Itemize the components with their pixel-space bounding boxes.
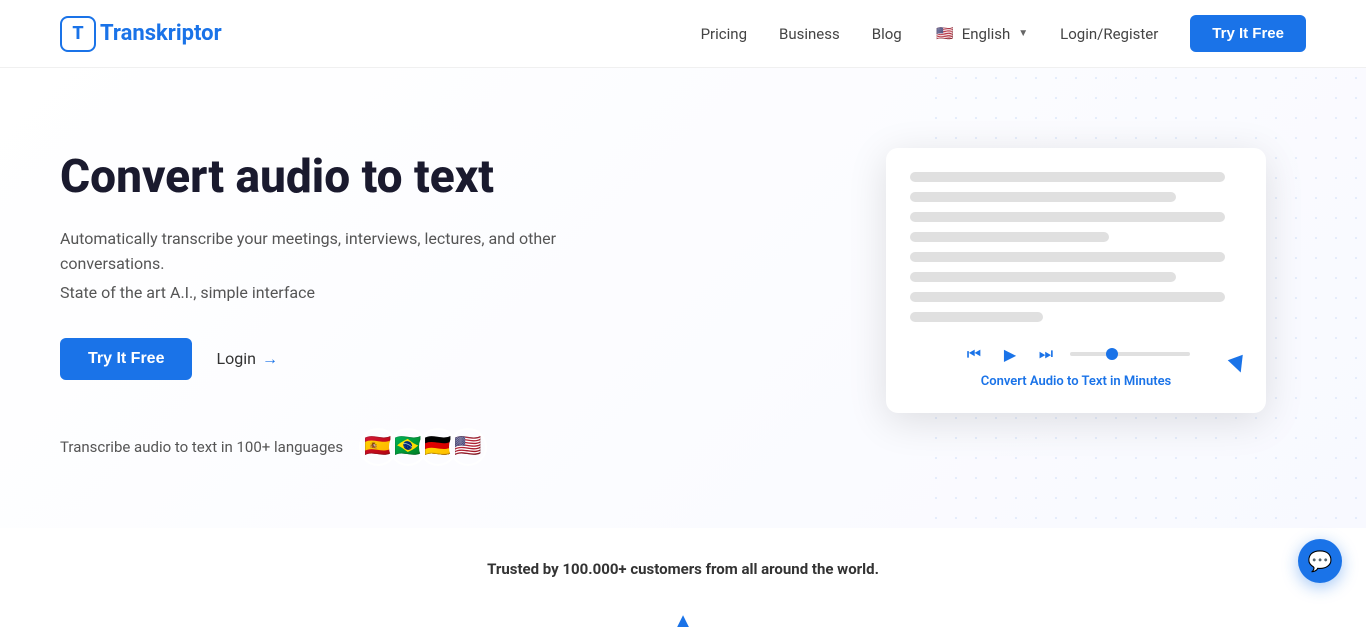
player-thumb [1106, 348, 1118, 360]
demo-line-4 [910, 232, 1109, 242]
language-label: English [962, 25, 1011, 43]
nav-login-register[interactable]: Login/Register [1060, 25, 1158, 43]
language-selector[interactable]: 🇺🇸 English ▼ [934, 23, 1028, 45]
hero-login-link[interactable]: Login → [216, 349, 277, 369]
logo-icon: T [60, 16, 96, 52]
player-back-icon: ⏮ [962, 342, 986, 366]
hero-try-free-button[interactable]: Try It Free [60, 338, 192, 380]
nav-business[interactable]: Business [779, 25, 840, 43]
bottom-decoration: ▲ [0, 598, 1366, 643]
nav-pricing[interactable]: Pricing [701, 25, 747, 43]
demo-audio-player: ⏮ ▶ ⏭ [910, 342, 1242, 366]
demo-line-7 [910, 292, 1225, 302]
hero-subtitle: Automatically transcribe your meetings, … [60, 226, 620, 277]
hero-section: Convert audio to text Automatically tran… [0, 68, 1366, 528]
demo-line-1 [910, 172, 1225, 182]
flag-stack: 🇪🇸 🇧🇷 🇩🇪 🇺🇸 [359, 428, 487, 466]
cursor-icon [1228, 355, 1249, 376]
logo[interactable]: T Transkriptor [60, 16, 222, 52]
flag-us: 🇺🇸 [449, 428, 487, 466]
demo-line-5 [910, 252, 1225, 262]
trust-text: Trusted by 100.000+ customers from all a… [60, 560, 1306, 578]
demo-line-3 [910, 212, 1225, 222]
demo-line-2 [910, 192, 1176, 202]
main-nav: Pricing Business Blog 🇺🇸 English ▼ Login… [701, 15, 1306, 52]
nav-blog[interactable]: Blog [872, 25, 902, 43]
player-forward-icon: ⏭ [1034, 342, 1058, 366]
hero-demo-visual: ⏮ ▶ ⏭ Convert Audio to Text in Minutes [886, 128, 1306, 488]
chevron-down-icon: ▼ [1018, 28, 1028, 39]
demo-text-lines [910, 172, 1242, 322]
hero-left: Convert audio to text Automatically tran… [60, 150, 620, 465]
us-flag-icon: 🇺🇸 [934, 23, 956, 45]
hero-buttons: Try It Free Login → [60, 338, 620, 380]
trust-bar: Trusted by 100.000+ customers from all a… [0, 528, 1366, 598]
hero-tagline: State of the art A.I., simple interface [60, 283, 620, 302]
hero-title: Convert audio to text [60, 150, 620, 205]
header: T Transkriptor Pricing Business Blog 🇺🇸 … [0, 0, 1366, 68]
languages-row: Transcribe audio to text in 100+ languag… [60, 428, 620, 466]
player-progress-bar [1070, 352, 1190, 356]
login-label: Login [216, 349, 255, 368]
chat-widget-button[interactable]: 💬 [1298, 539, 1342, 583]
tree-icon: ▲ [673, 608, 693, 633]
player-play-icon: ▶ [998, 342, 1022, 366]
logo-text: Transkriptor [100, 21, 222, 46]
demo-card: ⏮ ▶ ⏭ Convert Audio to Text in Minutes [886, 148, 1266, 413]
arrow-right-icon: → [262, 349, 278, 369]
demo-line-6 [910, 272, 1176, 282]
header-try-free-button[interactable]: Try It Free [1190, 15, 1306, 52]
chat-icon: 💬 [1308, 549, 1333, 573]
demo-line-8 [910, 312, 1043, 322]
demo-caption: Convert Audio to Text in Minutes [910, 374, 1242, 389]
languages-label: Transcribe audio to text in 100+ languag… [60, 438, 343, 456]
